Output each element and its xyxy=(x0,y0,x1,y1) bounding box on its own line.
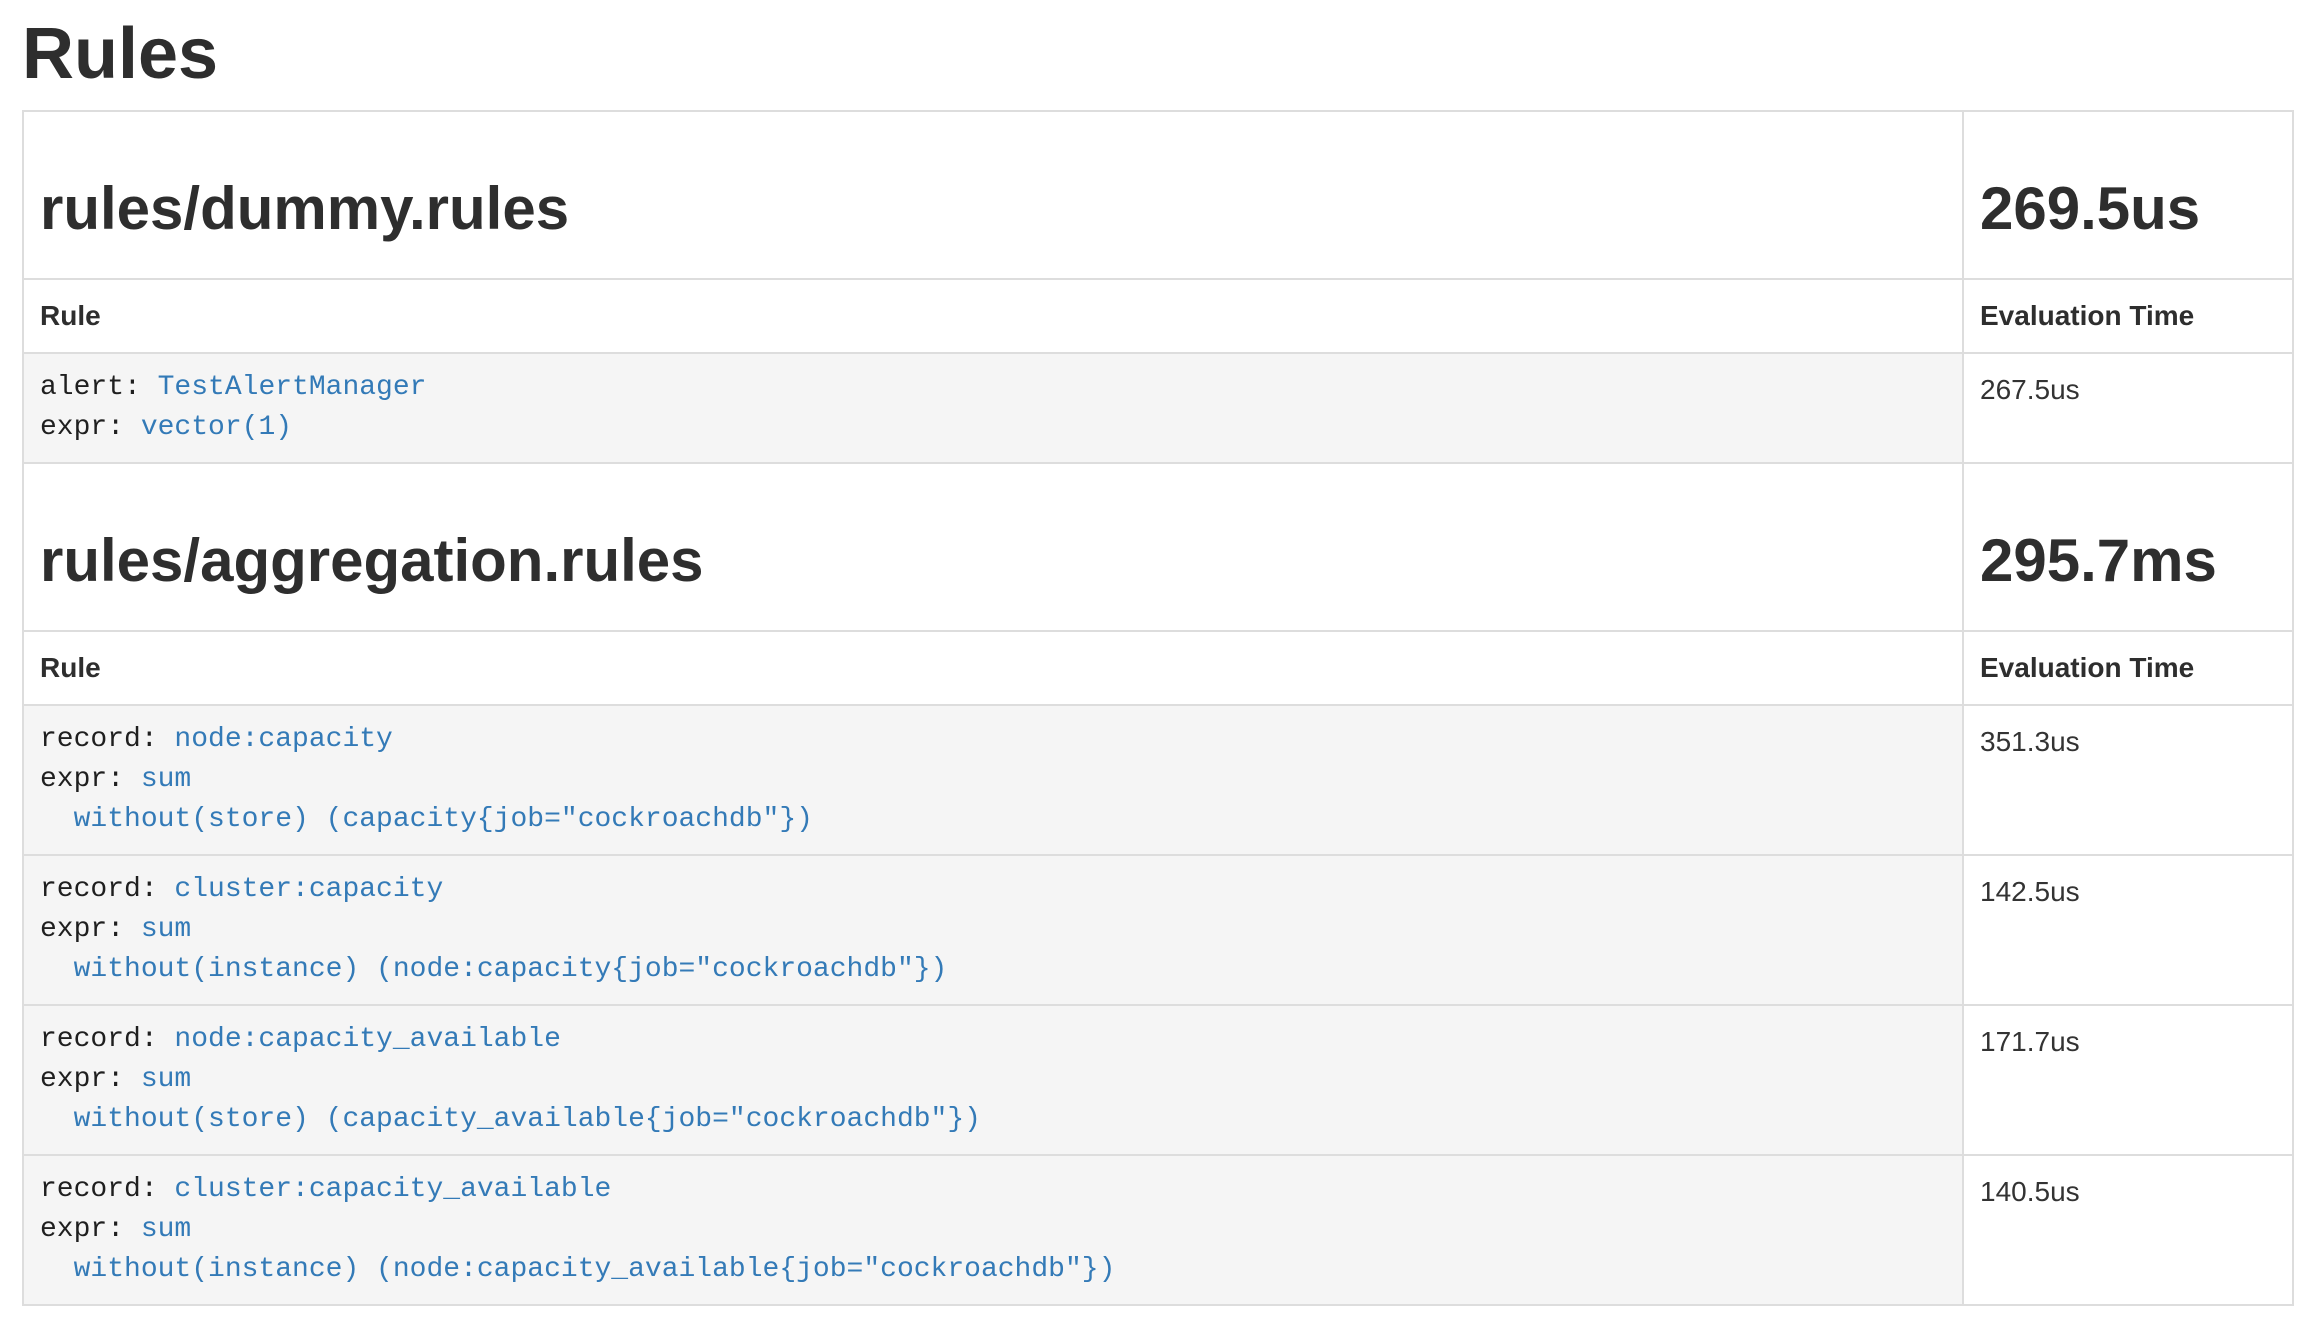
rule-code: alert: TestAlertManager expr: vector(1) xyxy=(40,368,1946,448)
rules-table: rules/dummy.rules 269.5us Rule Evaluatio… xyxy=(22,110,2294,1306)
group-eval-cell: 269.5us xyxy=(1963,111,2293,279)
rule-row: record: node:capacity expr: sum without(… xyxy=(23,705,2293,855)
rule-cell: record: node:capacity expr: sum without(… xyxy=(23,705,1963,855)
rule-cell: record: cluster:capacity_available expr:… xyxy=(23,1155,1963,1305)
rule-column-header: Rule xyxy=(23,631,1963,705)
rule-code: record: cluster:capacity expr: sum witho… xyxy=(40,870,1946,990)
rule-row: record: cluster:capacity expr: sum witho… xyxy=(23,855,2293,1005)
rule-cell: alert: TestAlertManager expr: vector(1) xyxy=(23,353,1963,463)
rule-evaluation-time: 142.5us xyxy=(1963,855,2293,1005)
rule-expression-link[interactable]: without(instance) (node:capacity_availab… xyxy=(40,1254,1115,1285)
column-header-row: Rule Evaluation Time xyxy=(23,631,2293,705)
page-title: Rules xyxy=(22,16,2294,94)
rule-keyword: expr: xyxy=(40,1214,141,1245)
rule-cell: record: cluster:capacity expr: sum witho… xyxy=(23,855,1963,1005)
group-evaluation-time: 295.7ms xyxy=(1980,528,2276,594)
rule-expression-link[interactable]: cluster:capacity xyxy=(174,874,443,905)
rule-evaluation-time: 351.3us xyxy=(1963,705,2293,855)
rule-row: alert: TestAlertManager expr: vector(1) … xyxy=(23,353,2293,463)
rule-expression-link[interactable]: node:capacity_available xyxy=(174,1024,560,1055)
rule-keyword: record: xyxy=(40,724,174,755)
rule-code: record: cluster:capacity_available expr:… xyxy=(40,1170,1946,1290)
rule-evaluation-time: 140.5us xyxy=(1963,1155,2293,1305)
rule-keyword: expr: xyxy=(40,412,141,443)
rule-column-header: Rule xyxy=(23,279,1963,353)
rule-expression-link[interactable]: node:capacity xyxy=(174,724,392,755)
rule-expression-link[interactable]: cluster:capacity_available xyxy=(174,1174,611,1205)
rule-evaluation-time: 267.5us xyxy=(1963,353,2293,463)
rule-code: record: node:capacity_available expr: su… xyxy=(40,1020,1946,1140)
column-header-row: Rule Evaluation Time xyxy=(23,279,2293,353)
rule-expression-link[interactable]: sum xyxy=(141,764,191,795)
rule-keyword: expr: xyxy=(40,914,141,945)
group-name: rules/aggregation.rules xyxy=(40,528,1946,594)
group-evaluation-time: 269.5us xyxy=(1980,176,2276,242)
group-name-cell: rules/dummy.rules xyxy=(23,111,1963,279)
rule-keyword: alert: xyxy=(40,372,158,403)
rule-cell: record: node:capacity_available expr: su… xyxy=(23,1005,1963,1155)
rule-expression-link[interactable]: vector(1) xyxy=(141,412,292,443)
rule-keyword: record: xyxy=(40,874,174,905)
rule-row: record: cluster:capacity_available expr:… xyxy=(23,1155,2293,1305)
evaluation-time-column-header: Evaluation Time xyxy=(1963,631,2293,705)
rule-keyword: expr: xyxy=(40,764,141,795)
rule-expression-link[interactable]: sum xyxy=(141,1214,191,1245)
group-heading-row: rules/aggregation.rules 295.7ms xyxy=(23,463,2293,631)
group-name-cell: rules/aggregation.rules xyxy=(23,463,1963,631)
rule-expression-link[interactable]: sum xyxy=(141,914,191,945)
group-heading-row: rules/dummy.rules 269.5us xyxy=(23,111,2293,279)
rule-expression-link[interactable]: TestAlertManager xyxy=(158,372,427,403)
rule-expression-link[interactable]: without(instance) (node:capacity{job="co… xyxy=(40,954,947,985)
group-eval-cell: 295.7ms xyxy=(1963,463,2293,631)
rule-keyword: record: xyxy=(40,1174,174,1205)
rule-row: record: node:capacity_available expr: su… xyxy=(23,1005,2293,1155)
evaluation-time-column-header: Evaluation Time xyxy=(1963,279,2293,353)
rule-expression-link[interactable]: sum xyxy=(141,1064,191,1095)
rule-code: record: node:capacity expr: sum without(… xyxy=(40,720,1946,840)
rule-evaluation-time: 171.7us xyxy=(1963,1005,2293,1155)
rule-keyword: expr: xyxy=(40,1064,141,1095)
rule-expression-link[interactable]: without(store) (capacity_available{job="… xyxy=(40,1104,981,1135)
rule-expression-link[interactable]: without(store) (capacity{job="cockroachd… xyxy=(40,804,813,835)
group-name: rules/dummy.rules xyxy=(40,176,1946,242)
rule-keyword: record: xyxy=(40,1024,174,1055)
